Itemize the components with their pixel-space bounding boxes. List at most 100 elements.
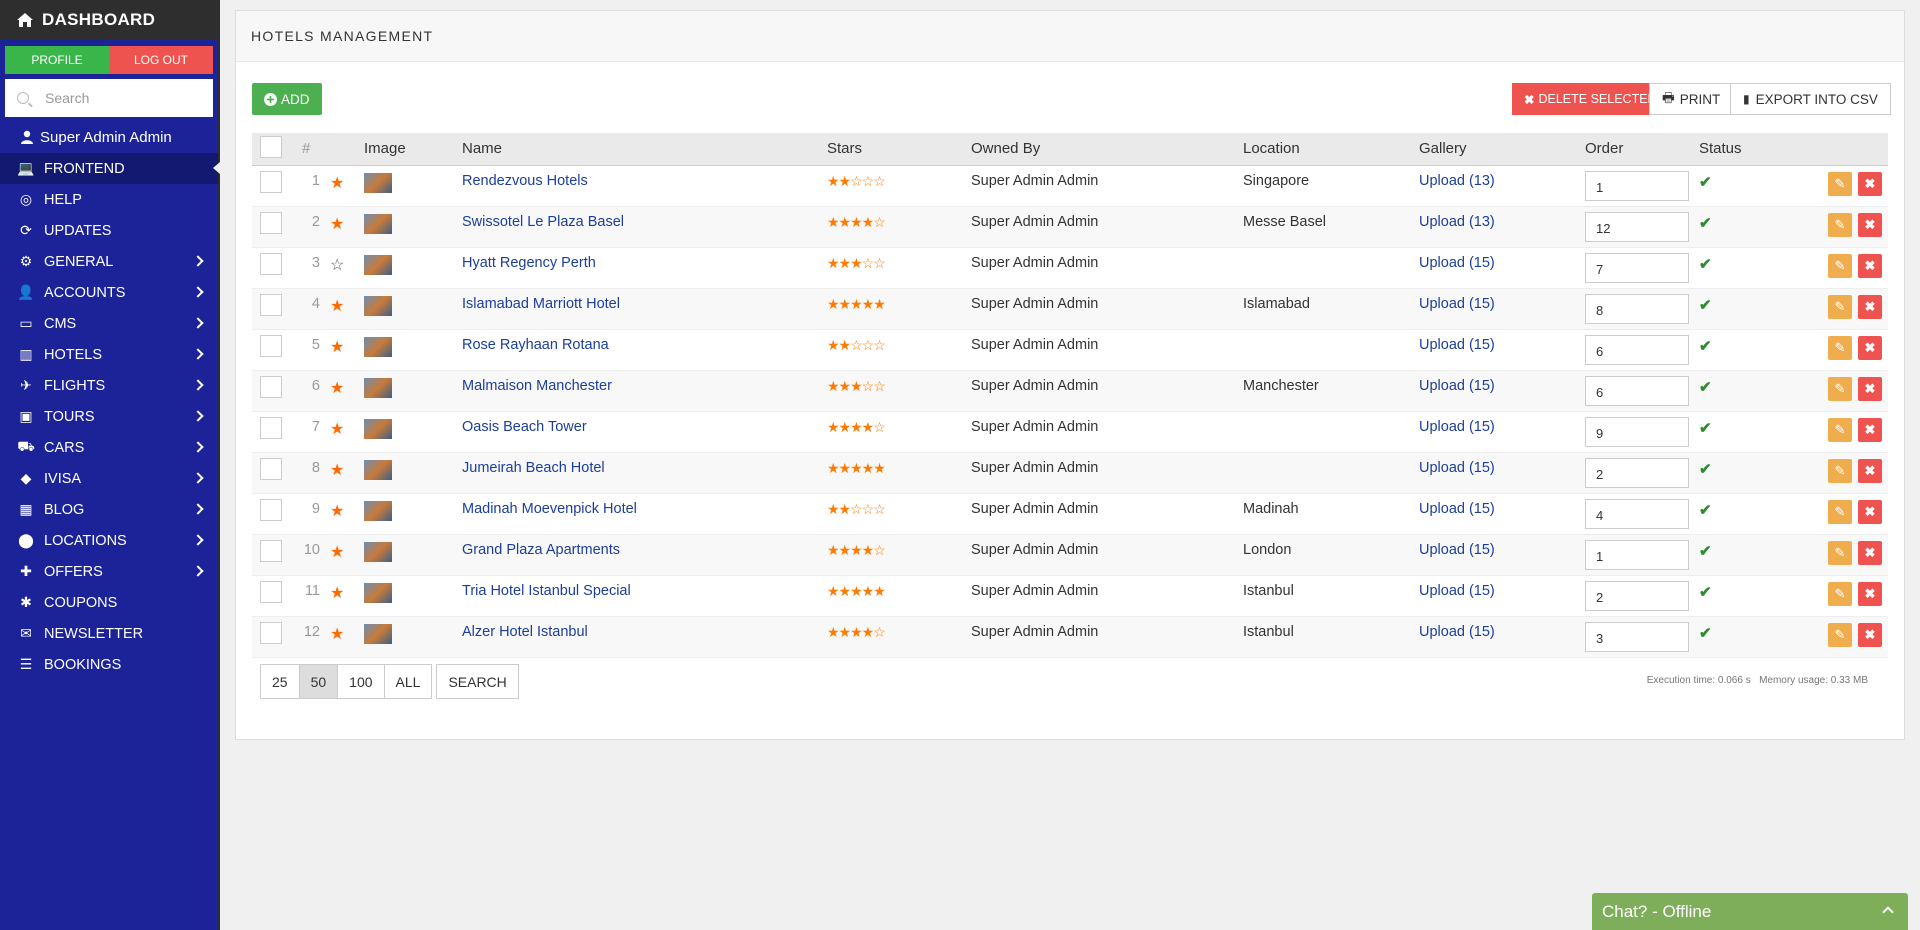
sidebar-item-bookings[interactable]: ☰ BOOKINGS — [0, 649, 218, 680]
delete-button[interactable]: ✖ — [1858, 417, 1882, 442]
gallery-upload-link[interactable]: Upload (15) — [1419, 378, 1495, 394]
status-check-icon[interactable]: ✔ — [1699, 215, 1712, 232]
row-checkbox[interactable] — [260, 457, 282, 480]
sidebar-item-coupons[interactable]: ✱ COUPONS — [0, 587, 218, 618]
sidebar-item-newsletter[interactable]: ✉ NEWSLETTER — [0, 618, 218, 649]
profile-button[interactable]: PROFILE — [5, 46, 109, 74]
export-csv-button[interactable]: ▮ EXPORT INTO CSV — [1730, 83, 1891, 115]
hotel-name-link[interactable]: Malmaison Manchester — [462, 378, 612, 394]
sidebar-item-locations[interactable]: ⬤ LOCATIONS — [0, 525, 218, 556]
row-checkbox[interactable] — [260, 498, 282, 521]
status-check-icon[interactable]: ✔ — [1699, 256, 1712, 273]
sidebar-item-frontend[interactable]: 💻 FRONTEND — [0, 153, 220, 184]
gallery-upload-link[interactable]: Upload (15) — [1419, 583, 1495, 599]
gallery-upload-link[interactable]: Upload (15) — [1419, 501, 1495, 517]
status-check-icon[interactable]: ✔ — [1699, 584, 1712, 601]
chat-widget[interactable]: Chat? - Offline — [1592, 893, 1908, 930]
hotel-name-link[interactable]: Grand Plaza Apartments — [462, 542, 620, 558]
featured-star-icon[interactable]: ★ — [330, 339, 344, 356]
status-check-icon[interactable]: ✔ — [1699, 338, 1712, 355]
delete-button[interactable]: ✖ — [1858, 294, 1882, 319]
edit-button[interactable]: ✎ — [1828, 212, 1852, 237]
row-checkbox[interactable] — [260, 211, 282, 234]
featured-star-icon[interactable]: ★ — [330, 544, 344, 561]
edit-button[interactable]: ✎ — [1828, 540, 1852, 565]
delete-button[interactable]: ✖ — [1858, 376, 1882, 401]
sidebar-item-updates[interactable]: ⟳ UPDATES — [0, 215, 218, 246]
row-checkbox[interactable] — [260, 580, 282, 603]
gallery-upload-link[interactable]: Upload (13) — [1419, 214, 1495, 230]
search-button[interactable]: SEARCH — [436, 664, 519, 699]
featured-star-icon[interactable]: ★ — [330, 503, 344, 520]
order-input[interactable]: 2 — [1585, 457, 1689, 488]
sidebar-item-accounts[interactable]: 👤 ACCOUNTS — [0, 277, 218, 308]
chevron-up-icon[interactable] — [1882, 906, 1894, 918]
sidebar-item-help[interactable]: ◎ HELP — [0, 184, 218, 215]
sidebar-item-cars[interactable]: ⛟ CARS — [0, 432, 218, 463]
hotel-name-link[interactable]: Rose Rayhaan Rotana — [462, 337, 609, 353]
status-check-icon[interactable]: ✔ — [1699, 625, 1712, 642]
page-size-100[interactable]: 100 — [337, 664, 385, 699]
featured-star-icon[interactable]: ☆ — [330, 257, 344, 274]
sidebar-item-flights[interactable]: ✈ FLIGHTS — [0, 370, 218, 401]
featured-star-icon[interactable]: ★ — [330, 585, 344, 602]
gallery-upload-link[interactable]: Upload (15) — [1419, 624, 1495, 640]
featured-star-icon[interactable]: ★ — [330, 380, 344, 397]
order-input[interactable]: 4 — [1585, 498, 1689, 529]
sidebar-item-hotels[interactable]: ▥ HOTELS — [0, 339, 218, 370]
sidebar-item-blog[interactable]: ▦ BLOG — [0, 494, 218, 525]
hotel-name-link[interactable]: Jumeirah Beach Hotel — [462, 460, 605, 476]
featured-star-icon[interactable]: ★ — [330, 421, 344, 438]
gallery-upload-link[interactable]: Upload (15) — [1419, 296, 1495, 312]
sidebar-item-tours[interactable]: ▣ TOURS — [0, 401, 218, 432]
order-input[interactable]: 7 — [1585, 252, 1689, 283]
status-check-icon[interactable]: ✔ — [1699, 543, 1712, 560]
order-input[interactable]: 3 — [1585, 621, 1689, 652]
featured-star-icon[interactable]: ★ — [330, 462, 344, 479]
delete-button[interactable]: ✖ — [1858, 458, 1882, 483]
delete-button[interactable]: ✖ — [1858, 335, 1882, 360]
status-check-icon[interactable]: ✔ — [1699, 379, 1712, 396]
delete-button[interactable]: ✖ — [1858, 499, 1882, 524]
hotel-name-link[interactable]: Islamabad Marriott Hotel — [462, 296, 620, 312]
edit-button[interactable]: ✎ — [1828, 294, 1852, 319]
hotel-name-link[interactable]: Madinah Moevenpick Hotel — [462, 501, 637, 517]
row-checkbox[interactable] — [260, 375, 282, 398]
hotel-name-link[interactable]: Swissotel Le Plaza Basel — [462, 214, 624, 230]
hotel-name-link[interactable]: Alzer Hotel Istanbul — [462, 624, 588, 640]
hotel-name-link[interactable]: Tria Hotel Istanbul Special — [462, 583, 631, 599]
hotel-name-link[interactable]: Rendezvous Hotels — [462, 173, 588, 189]
featured-star-icon[interactable]: ★ — [330, 175, 344, 192]
hotel-name-link[interactable]: Oasis Beach Tower — [462, 419, 587, 435]
row-checkbox[interactable] — [260, 293, 282, 316]
delete-button[interactable]: ✖ — [1858, 212, 1882, 237]
add-button[interactable]: ADD — [252, 83, 322, 115]
edit-button[interactable]: ✎ — [1828, 376, 1852, 401]
print-button[interactable]: 🖶 PRINT — [1649, 83, 1734, 115]
edit-button[interactable]: ✎ — [1828, 253, 1852, 278]
featured-star-icon[interactable]: ★ — [330, 216, 344, 233]
logout-button[interactable]: LOG OUT — [109, 46, 213, 74]
row-checkbox[interactable] — [260, 416, 282, 439]
select-all-checkbox[interactable] — [260, 135, 282, 158]
status-check-icon[interactable]: ✔ — [1699, 502, 1712, 519]
delete-button[interactable]: ✖ — [1858, 540, 1882, 565]
sidebar-item-ivisa[interactable]: ◆ IVISA — [0, 463, 218, 494]
order-input[interactable]: 9 — [1585, 416, 1689, 447]
edit-button[interactable]: ✎ — [1828, 417, 1852, 442]
featured-star-icon[interactable]: ★ — [330, 626, 344, 643]
row-checkbox[interactable] — [260, 334, 282, 357]
order-input[interactable]: 6 — [1585, 334, 1689, 365]
row-checkbox[interactable] — [260, 621, 282, 644]
sidebar-item-general[interactable]: ⚙ GENERAL — [0, 246, 218, 277]
gallery-upload-link[interactable]: Upload (15) — [1419, 337, 1495, 353]
edit-button[interactable]: ✎ — [1828, 499, 1852, 524]
order-input[interactable]: 1 — [1585, 539, 1689, 570]
status-check-icon[interactable]: ✔ — [1699, 297, 1712, 314]
edit-button[interactable]: ✎ — [1828, 622, 1852, 647]
user-name[interactable]: Super Admin Admin — [0, 121, 218, 153]
row-checkbox[interactable] — [260, 170, 282, 193]
gallery-upload-link[interactable]: Upload (13) — [1419, 173, 1495, 189]
gallery-upload-link[interactable]: Upload (15) — [1419, 255, 1495, 271]
delete-button[interactable]: ✖ — [1858, 581, 1882, 606]
